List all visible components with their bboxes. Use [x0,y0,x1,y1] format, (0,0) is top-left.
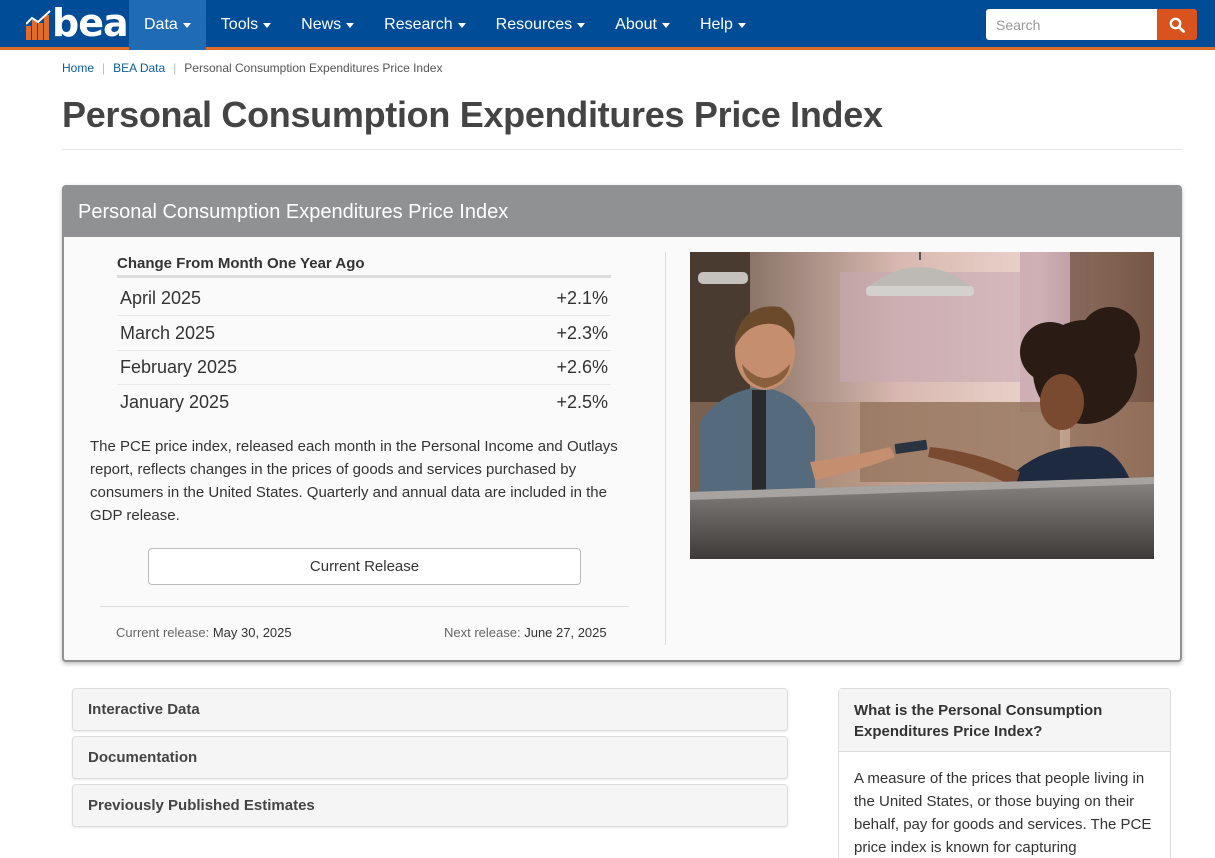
breadcrumb-bea-data[interactable]: BEA Data [113,61,165,75]
cafe-photo [690,252,1154,559]
next-release-date: June 27, 2025 [524,625,607,640]
current-release-info: Current release: May 30, 2025 [116,625,292,640]
nav-tools-label: Tools [220,16,259,33]
title-divider [62,149,1182,150]
nav-help-label: Help [699,16,733,33]
current-release-button[interactable]: Current Release [148,548,581,585]
accordion-interactive-data[interactable]: Interactive Data [72,688,788,731]
table-row: March 2025 +2.3% [117,316,611,351]
accordion-previously-published[interactable]: Previously Published Estimates [72,784,788,827]
breadcrumb: Home | BEA Data | Personal Consumption E… [62,61,442,75]
nav-news-label: News [301,16,342,33]
next-release-info: Next release: June 27, 2025 [444,625,607,640]
definition-body: A measure of the prices that people livi… [854,770,1152,856]
breadcrumb-home[interactable]: Home [62,61,94,75]
bea-logo-icon [26,10,51,40]
row-month: April 2025 [120,287,202,308]
row-month: January 2025 [120,392,230,412]
nav-tools[interactable]: Tools [206,0,286,50]
breadcrumb-separator: | [173,61,177,75]
chevron-down-icon [737,22,746,28]
breadcrumb-current: Personal Consumption Expenditures Price … [184,61,443,75]
nav-resources-label: Resources [495,16,573,33]
row-month: March 2025 [120,322,216,343]
nav-news[interactable]: News [286,0,369,50]
chevron-down-icon [263,22,272,28]
panel-title: Personal Consumption Expenditures Price … [78,201,509,223]
table-header: Change From Month One Year Ago [117,255,611,278]
chevron-down-icon [577,22,586,28]
nav-research-label: Research [384,16,453,33]
nav-data-label: Data [144,16,178,33]
row-month: February 2025 [120,356,238,377]
chevron-down-icon [661,22,670,28]
top-navbar: bea Data Tools News Research Resources A… [0,0,1215,50]
accordion-documentation[interactable]: Documentation [72,736,788,779]
row-change: +2.5% [556,392,608,412]
nav-about[interactable]: About [600,0,685,50]
breadcrumb-separator: | [102,61,106,75]
nav-research[interactable]: Research [369,0,480,50]
nav-data[interactable]: Data [129,0,206,50]
search-button[interactable] [1157,9,1197,40]
column-divider [665,252,666,645]
page-title: Personal Consumption Expenditures Price … [62,94,883,135]
table-row: April 2025 +2.1% [117,281,611,316]
row-change: +2.6% [556,356,608,377]
current-release-label: Current release: [116,625,210,640]
definition-title: What is the Personal Consumption Expendi… [839,689,1170,752]
row-change: +2.3% [556,322,608,343]
next-release-label: Next release: [444,625,521,640]
bea-logo[interactable]: bea [26,1,129,45]
nav-resources[interactable]: Resources [481,0,600,50]
pce-summary-panel: Personal Consumption Expenditures Price … [62,185,1182,662]
release-divider [100,606,629,607]
nav-about-label: About [615,16,657,33]
chevron-down-icon [346,22,355,28]
table-row: January 2025 +2.5% [117,385,611,420]
chevron-down-icon [182,22,191,28]
search-input[interactable] [986,9,1158,40]
table-row: February 2025 +2.6% [117,350,611,385]
main-menu: Data Tools News Research Resources About… [129,0,761,50]
definition-panel: What is the Personal Consumption Expendi… [838,688,1171,858]
logo-text: bea [52,1,129,45]
row-change: +2.1% [556,287,608,308]
nav-help[interactable]: Help [685,0,761,50]
current-release-date: May 30, 2025 [212,625,292,640]
search-icon [1169,17,1185,33]
chevron-down-icon [457,22,466,28]
pce-description: The PCE price index, released each month… [90,438,618,524]
panel-header: Personal Consumption Expenditures Price … [64,187,1180,237]
